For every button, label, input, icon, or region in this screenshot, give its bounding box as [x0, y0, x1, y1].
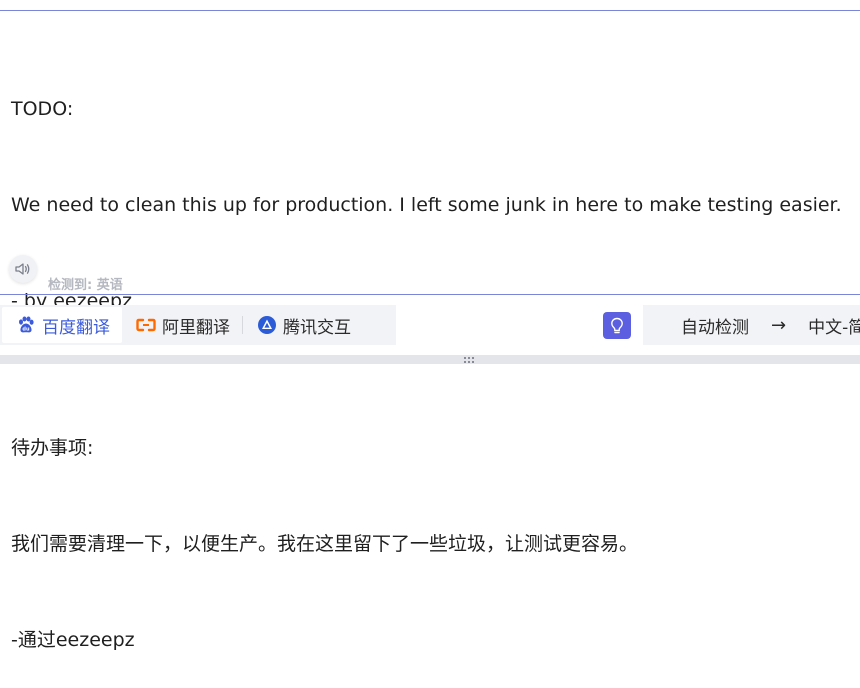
tab-label: 阿里翻译 — [162, 317, 230, 338]
baidu-paw-icon: du — [16, 315, 36, 335]
resize-splitter[interactable] — [0, 355, 860, 364]
detected-language-label: 检测到: 英语 — [48, 278, 123, 293]
target-language[interactable]: 中文-简 — [808, 313, 860, 338]
source-text-panel[interactable]: TODO: We need to clean this up for produ… — [0, 11, 860, 312]
language-arrow-icon: → — [771, 314, 787, 336]
tips-button[interactable] — [603, 312, 631, 339]
source-language[interactable]: 自动检测 — [681, 313, 749, 338]
panel-divider — [0, 294, 860, 295]
tab-label: 百度翻译 — [42, 317, 110, 338]
tencent-icon — [257, 315, 277, 335]
language-selector[interactable]: 自动检测 → 中文-简 — [643, 305, 860, 345]
engine-toolbar: du 百度翻译 阿里翻译 腾讯交互 自动检测 → 中文-简 — [0, 305, 860, 345]
engine-tabs: du 百度翻译 阿里翻译 腾讯交互 — [0, 305, 396, 345]
result-line: -通过eezeepz — [11, 629, 135, 651]
alibaba-icon — [136, 315, 156, 335]
source-line: We need to clean this up for production.… — [11, 194, 842, 216]
source-line: TODO: — [11, 98, 74, 120]
result-line: 待办事项: — [11, 437, 94, 459]
lightbulb-icon — [611, 317, 623, 333]
tab-tencent-interactive[interactable]: 腾讯交互 — [243, 307, 363, 343]
result-line: 我们需要清理一下，以便生产。我在这里留下了一些垃圾，让测试更容易。 — [11, 533, 639, 555]
tab-baidu-translate[interactable]: du 百度翻译 — [2, 307, 122, 343]
drag-handle-icon[interactable] — [462, 355, 476, 364]
svg-text:du: du — [22, 327, 30, 333]
tab-ali-translate[interactable]: 阿里翻译 — [122, 307, 242, 343]
tab-label: 腾讯交互 — [283, 317, 351, 338]
translation-result[interactable]: 待办事项: 我们需要清理一下，以便生产。我在这里留下了一些垃圾，让测试更容易。 … — [11, 368, 638, 688]
speaker-icon — [15, 263, 30, 275]
speak-button[interactable] — [9, 255, 37, 283]
